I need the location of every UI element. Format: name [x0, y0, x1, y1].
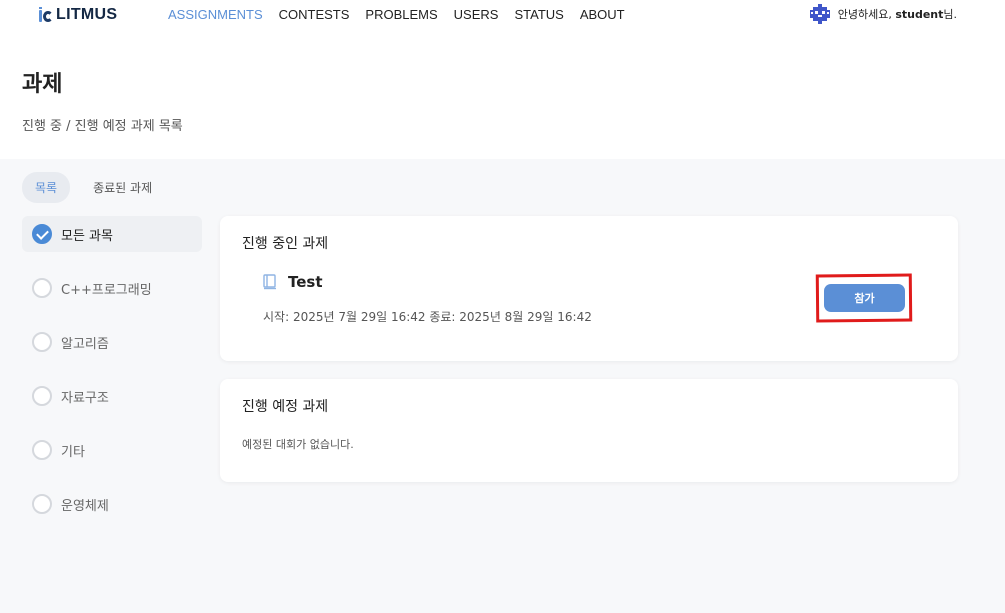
radio-circle-icon: [32, 332, 52, 352]
menu-item-assignments[interactable]: ASSIGNMENTS: [168, 7, 263, 22]
menu-item-users[interactable]: USERS: [454, 7, 499, 22]
user-greeting: 안녕하세요, student님.: [837, 8, 957, 21]
assignment-name[interactable]: Test: [288, 273, 323, 291]
tab-ended-assignments[interactable]: 종료된 과제: [80, 172, 165, 203]
menu-item-about[interactable]: ABOUT: [580, 7, 625, 22]
menu-item-problems[interactable]: PROBLEMS: [365, 7, 437, 22]
user-menu[interactable]: 안녕하세요, student님.: [809, 4, 957, 24]
litmus-logo[interactable]: LITMUS: [38, 6, 117, 24]
radio-circle-icon: [32, 440, 52, 460]
filter-label: 자료구조: [61, 390, 109, 406]
menu-item-contests[interactable]: CONTESTS: [279, 7, 350, 22]
join-button[interactable]: 참가: [824, 284, 905, 312]
upcoming-assignments-card: 진행 예정 과제 예정된 대회가 없습니다.: [220, 379, 958, 482]
empty-message: 예정된 대회가 없습니다.: [242, 438, 354, 451]
course-filter-sidebar: 모든 과목 C++프로그래밍 알고리즘 자료구조 기타 운영체제: [22, 216, 202, 540]
ongoing-assignments-card: 진행 중인 과제 Test 시작: 2025년 7월 29일 16:42 종료:…: [220, 216, 958, 361]
filter-label: 운영체제: [61, 498, 109, 514]
avatar-icon: [809, 4, 830, 24]
check-circle-icon: [32, 224, 52, 244]
filter-label: 알고리즘: [61, 336, 109, 352]
page-subtitle: 진행 중 / 진행 예정 과제 목록: [22, 119, 183, 134]
page-title: 과제: [22, 72, 63, 97]
top-navbar: LITMUS ASSIGNMENTS CONTESTS PROBLEMS USE…: [0, 0, 1005, 30]
main-menu: ASSIGNMENTS CONTESTS PROBLEMS USERS STAT…: [168, 7, 641, 22]
menu-item-status[interactable]: STATUS: [514, 7, 563, 22]
filter-operating-systems[interactable]: 운영체제: [22, 486, 202, 522]
filter-etc[interactable]: 기타: [22, 432, 202, 468]
filter-algorithms[interactable]: 알고리즘: [22, 324, 202, 360]
ongoing-section-title: 진행 중인 과제: [242, 236, 329, 252]
logo-mark-icon: [38, 7, 54, 23]
tab-list[interactable]: 목록: [22, 172, 71, 203]
tab-bar: 목록 종료된 과제: [22, 172, 165, 203]
filter-label: 모든 과목: [61, 228, 113, 244]
radio-circle-icon: [32, 494, 52, 514]
filter-label: C++프로그래밍: [61, 282, 152, 298]
radio-circle-icon: [32, 386, 52, 406]
book-icon: [263, 274, 276, 290]
filter-cpp-programming[interactable]: C++프로그래밍: [22, 270, 202, 306]
radio-circle-icon: [32, 278, 52, 298]
filter-all-courses[interactable]: 모든 과목: [22, 216, 202, 252]
username: student: [895, 8, 944, 21]
assignment-period: 시작: 2025년 7월 29일 16:42 종료: 2025년 8월 29일 …: [263, 310, 592, 324]
upcoming-section-title: 진행 예정 과제: [242, 399, 329, 415]
logo-text: LITMUS: [56, 6, 118, 23]
filter-label: 기타: [61, 444, 85, 460]
filter-data-structures[interactable]: 자료구조: [22, 378, 202, 414]
